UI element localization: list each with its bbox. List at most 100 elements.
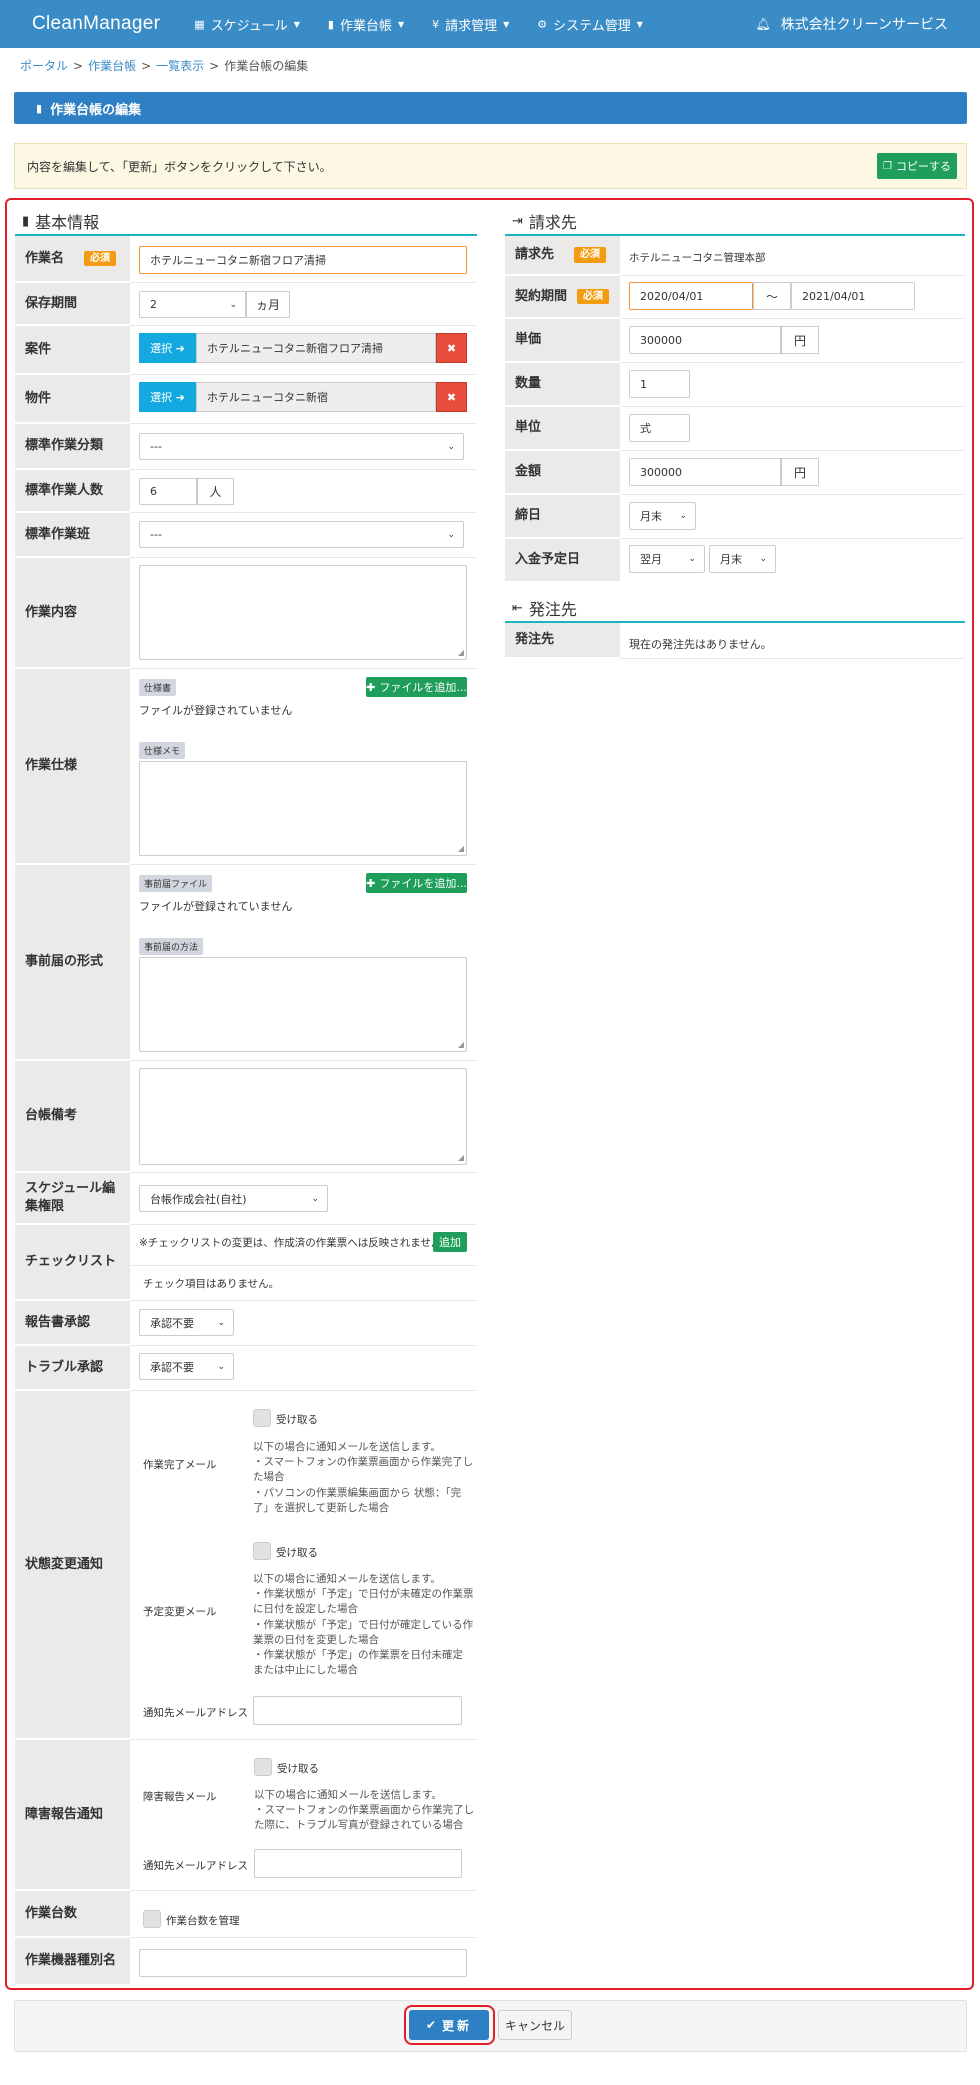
checklist-add-button[interactable]: 追加 (433, 1232, 467, 1252)
status-address-input[interactable] (253, 1696, 462, 1725)
spec-add-file-button[interactable]: ✚ ファイルを追加... (366, 677, 467, 697)
complete-mail-checkbox[interactable] (253, 1409, 271, 1427)
brand-logo[interactable]: CleanManager (32, 13, 160, 35)
row-divider (620, 494, 965, 495)
std-category-select[interactable]: --- ⌄ (139, 433, 464, 460)
row-divider (130, 1390, 477, 1391)
project-clear-button[interactable]: ✖ (436, 333, 467, 363)
breadcrumb-ledger[interactable]: 作業台帳 (88, 59, 136, 73)
copy-button[interactable]: ❐ コピーする (877, 153, 957, 179)
contract-to-input[interactable]: 2021/04/01 (791, 282, 915, 310)
caret-down-icon: ▼ (293, 19, 300, 29)
nav-company-menu[interactable]: 🔔︎ 株式会社クリーンサービス (755, 0, 948, 48)
breadcrumb-list[interactable]: 一覧表示 (156, 59, 204, 73)
label-work-count: 作業台数 (15, 1891, 130, 1937)
chevron-down-icon: ⌄ (759, 554, 767, 564)
prior-add-file-button[interactable]: ✚ ファイルを追加... (366, 873, 467, 893)
chevron-down-icon: ⌄ (688, 554, 696, 564)
label-text: 標準作業分類 (25, 438, 104, 454)
schedule-mail-checkbox[interactable] (253, 1542, 271, 1560)
trouble-approval-select[interactable]: 承認不要 ⌄ (139, 1353, 234, 1380)
fault-address-label: 通知先メールアドレス (143, 1860, 248, 1872)
caret-down-icon: ▼ (636, 19, 643, 29)
resize-handle-icon[interactable]: ◢ (458, 648, 464, 657)
unit-input[interactable]: 式 (629, 414, 690, 442)
property-value: ホテルニューコタニ新宿 (207, 391, 328, 404)
unit-price-input[interactable]: 300000 (629, 326, 781, 354)
label-std-category: 標準作業分類 (15, 424, 130, 469)
desc-line: 以下の場合に通知メールを送信します。 (253, 1573, 441, 1585)
row-divider (130, 1739, 477, 1740)
fault-mail-label: 障害報告メール (143, 1791, 217, 1803)
schedule-auth-value: 台帳作成会社(自社) (150, 1192, 247, 1206)
amount-unit-text: 円 (793, 465, 806, 480)
desc-line: ・パソコンの作業票編集画面から 状態：「完 (253, 1486, 462, 1499)
row-divider (620, 450, 965, 451)
arrow-right-icon: ➔ (175, 390, 185, 404)
label-work-content: 作業内容 (15, 558, 130, 668)
payment-month-select[interactable]: 翌月 ⌄ (629, 545, 705, 573)
chevron-down-icon: ⌄ (447, 529, 455, 540)
label-text: 保存期間 (25, 295, 78, 311)
nav-menu-system[interactable]: ⚙ システム管理 ▼ (537, 15, 643, 34)
row-divider (130, 1300, 477, 1301)
std-team-select[interactable]: --- ⌄ (139, 521, 464, 548)
label-prior-notice: 事前届の形式 (15, 865, 130, 1060)
quantity-input[interactable]: 1 (629, 370, 690, 398)
std-people-input[interactable]: 6 (139, 478, 197, 505)
work-content-textarea[interactable]: ◢ (139, 565, 467, 660)
breadcrumb-portal[interactable]: ポータル (20, 59, 68, 73)
row-divider (620, 318, 965, 319)
row-divider (130, 1172, 477, 1173)
work-count-checkbox-label: 作業台数を管理 (166, 1915, 240, 1927)
schedule-auth-select[interactable]: 台帳作成会社(自社) ⌄ (139, 1185, 328, 1212)
retention-unit: ヵ月 (246, 291, 290, 318)
equipment-alias-input[interactable] (139, 1949, 467, 1977)
add-file-label: ファイルを追加... (379, 681, 467, 694)
amount-input[interactable]: 300000 (629, 458, 781, 486)
report-approval-select[interactable]: 承認不要 ⌄ (139, 1309, 234, 1336)
label-trouble-approval: トラブル承認 (15, 1346, 130, 1390)
desc-line: 以下の場合に通知メールを送信します。 (254, 1789, 442, 1801)
label-std-people: 標準作業人数 (15, 470, 130, 512)
payment-day-select[interactable]: 月末 ⌄ (709, 545, 776, 573)
cancel-button[interactable]: キャンセル (498, 2010, 572, 2040)
checklist-empty-text: チェック項目はありません。 (143, 1278, 280, 1290)
spec-memo-textarea[interactable]: ◢ (139, 761, 467, 856)
nav-menu-schedule[interactable]: ▦ スケジュール ▼ (194, 15, 300, 34)
fault-mail-checkbox[interactable] (254, 1758, 272, 1776)
row-divider (130, 325, 477, 326)
desc-line: ・作業状態が「予定」で日付が未確定の作業票 (253, 1588, 474, 1601)
contract-from-input[interactable]: 2020/04/01 (629, 282, 753, 310)
breadcrumb: ポータル > 作業台帳 > 一覧表示 > 作業台帳の編集 (20, 59, 309, 73)
work-name-input[interactable]: ホテルニューコタニ新宿フロア清掃 (139, 246, 467, 274)
unit-value: 式 (640, 422, 651, 435)
top-navbar: CleanManager ▦ スケジュール ▼ ▮ 作業台帳 ▼ ¥ 請求管理 ▼ ⚙ システ… (0, 0, 980, 48)
project-select-button[interactable]: 選択 ➔ (139, 333, 196, 363)
check-icon: ✔ (425, 2018, 437, 2032)
ledger-note-textarea[interactable]: ◢ (139, 1068, 467, 1165)
label-text: 標準作業人数 (25, 482, 104, 498)
property-clear-button[interactable]: ✖ (436, 382, 467, 412)
spec-no-file-text: ファイルが登録されていません (139, 704, 293, 717)
property-select-button[interactable]: 選択 ➔ (139, 382, 196, 412)
resize-handle-icon[interactable]: ◢ (458, 844, 464, 853)
std-people-unit: 人 (197, 478, 234, 505)
plus-icon: ✚ (366, 876, 376, 890)
retention-select[interactable]: 2 ⌄ (139, 291, 246, 318)
fault-address-input[interactable] (254, 1849, 462, 1878)
row-divider (620, 538, 965, 539)
prior-file-tag: 事前届ファイル (139, 875, 213, 892)
payment-month-value: 翌月 (640, 553, 662, 566)
nav-menu-billing[interactable]: ¥ 請求管理 ▼ (432, 15, 509, 34)
nav-menu-ledger[interactable]: ▮ 作業台帳 ▼ (328, 15, 404, 34)
resize-handle-icon[interactable]: ◢ (458, 1153, 464, 1162)
label-text: 請求先 (515, 247, 555, 263)
resize-handle-icon[interactable]: ◢ (458, 1040, 464, 1049)
label-unit: 単位 (505, 407, 620, 450)
breadcrumb-current: 作業台帳の編集 (224, 59, 309, 73)
work-count-checkbox[interactable] (143, 1910, 161, 1928)
update-button[interactable]: ✔ 更新 (409, 2010, 489, 2040)
closing-day-select[interactable]: 月末 ⌄ (629, 502, 696, 530)
prior-method-textarea[interactable]: ◢ (139, 957, 467, 1052)
